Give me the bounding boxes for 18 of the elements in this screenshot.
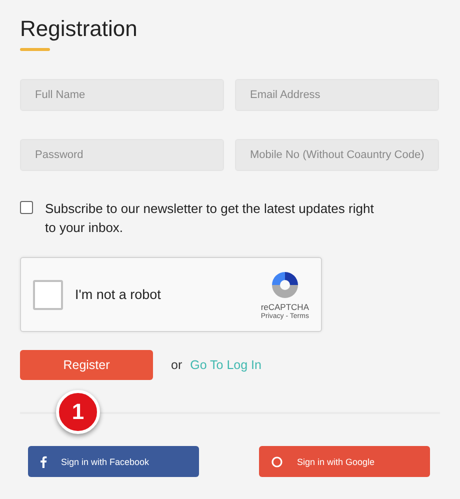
title-underline bbox=[20, 48, 50, 51]
captcha-brand: reCAPTCHA bbox=[260, 302, 309, 312]
newsletter-checkbox[interactable] bbox=[20, 201, 33, 214]
register-button[interactable]: Register bbox=[20, 350, 153, 380]
captcha-checkbox[interactable] bbox=[33, 280, 63, 310]
input-field[interactable]: Email Address bbox=[235, 79, 439, 111]
page-title: Registration bbox=[20, 15, 138, 43]
newsletter-label: Subscribe to our newsletter to get the latest updates right to your inbox. bbox=[45, 200, 375, 237]
or-text: or bbox=[171, 358, 182, 372]
social-login-button[interactable]: Sign in with Facebook bbox=[28, 446, 199, 477]
login-link[interactable]: Go To Log In bbox=[190, 358, 262, 372]
input-field[interactable]: Full Name bbox=[20, 79, 224, 111]
social-login-button[interactable]: Sign in with Google bbox=[259, 446, 430, 477]
facebook-icon bbox=[40, 456, 47, 468]
input-field[interactable]: Mobile No (Without Coauntry Code) bbox=[235, 139, 439, 171]
input-field[interactable]: Password bbox=[20, 139, 224, 171]
callout-badge: 1 bbox=[56, 390, 100, 434]
captcha-label: I'm not a robot bbox=[75, 287, 162, 302]
